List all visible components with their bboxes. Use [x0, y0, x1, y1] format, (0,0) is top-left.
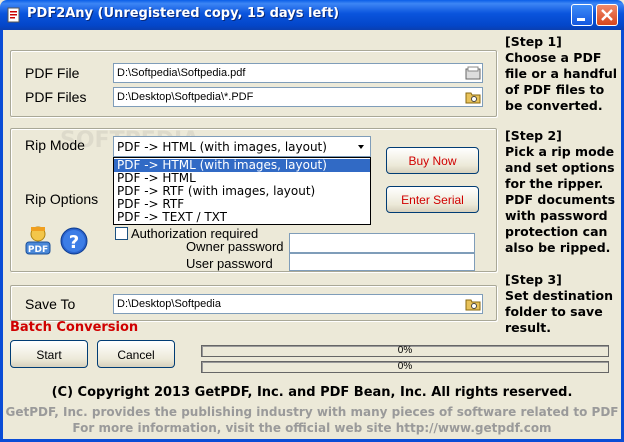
- user-password-label: User password: [186, 256, 273, 271]
- help-icon[interactable]: ?: [60, 227, 88, 255]
- pdf-file-label: PDF File: [25, 65, 80, 81]
- pdf-file-field[interactable]: D:\Softpedia\Softpedia.pdf: [113, 63, 483, 83]
- owner-password-field[interactable]: [289, 233, 475, 253]
- buy-now-button[interactable]: Buy Now: [386, 147, 479, 174]
- step2-line: [Step 2]: [505, 128, 562, 143]
- batch-conversion-label: Batch Conversion: [10, 320, 139, 335]
- step2-line: Pick a rip mode: [505, 144, 615, 159]
- progress-total-text: 0%: [397, 361, 413, 372]
- window-title: PDF2Any (Unregistered copy, 15 days left…: [27, 6, 340, 21]
- browse-folder-icon[interactable]: [465, 297, 481, 311]
- step2-line: with password: [505, 208, 608, 223]
- start-button[interactable]: Start: [10, 340, 88, 368]
- user-password-field[interactable]: [289, 253, 475, 271]
- step2-line: and set options: [505, 160, 615, 175]
- rip-mode-label: Rip Mode: [25, 137, 85, 153]
- authorization-checkbox[interactable]: [115, 227, 128, 240]
- progress-bar-current: 0%: [201, 345, 609, 357]
- step2-text: [Step 2] Pick a rip mode and set options…: [505, 128, 615, 256]
- browse-folder-icon[interactable]: [465, 90, 481, 104]
- browse-file-icon[interactable]: [465, 66, 481, 80]
- start-label: Start: [36, 348, 62, 362]
- chevron-down-icon[interactable]: [353, 138, 369, 155]
- step2-line: PDF documents: [505, 192, 616, 207]
- step1-text: [Step 1] Choose a PDF file or a handful …: [505, 34, 617, 114]
- rip-mode-select[interactable]: PDF -> HTML (with images, layout): [113, 136, 371, 157]
- pdf-person-icon: PDF: [25, 226, 51, 255]
- progress-bar-total: 0%: [201, 361, 609, 373]
- cancel-button[interactable]: Cancel: [97, 340, 175, 368]
- minimize-icon: [577, 18, 585, 21]
- pdf-files-label: PDF Files: [25, 89, 87, 105]
- step1-line: file or a handful: [505, 66, 618, 81]
- step3-line: [Step 3]: [505, 272, 562, 287]
- step2-line: also be ripped.: [505, 240, 611, 255]
- step3-line: Set destination: [505, 288, 614, 303]
- svg-text:?: ?: [69, 232, 79, 253]
- save-to-label: Save To: [25, 296, 76, 312]
- step1-line: of PDF files to: [505, 82, 605, 97]
- minimize-button[interactable]: [571, 4, 593, 26]
- step3-text: [Step 3] Set destination folder to save …: [505, 272, 613, 336]
- save-to-field[interactable]: D:\Desktop\Softpedia: [113, 294, 483, 314]
- step3-line: result.: [505, 320, 551, 335]
- step1-line: [Step 1]: [505, 34, 562, 49]
- app-icon: [7, 7, 20, 23]
- step2-line: for the ripper.: [505, 176, 604, 191]
- owner-password-label: Owner password: [186, 239, 284, 254]
- app-window: PDF2Any (Unregistered copy, 15 days left…: [0, 0, 624, 442]
- progress-current-text: 0%: [397, 345, 413, 356]
- rip-mode-dropdown-list: PDF -> HTML (with images, layout) PDF ->…: [113, 157, 371, 225]
- close-icon: [601, 9, 613, 21]
- pdf-files-field[interactable]: D:\Desktop\Softpedia\*.PDF: [113, 87, 483, 107]
- step3-line: folder to save: [505, 304, 603, 319]
- enter-serial-button[interactable]: Enter Serial: [386, 186, 479, 213]
- rip-mode-option[interactable]: PDF -> TEXT / TXT: [114, 211, 370, 224]
- svg-text:PDF: PDF: [28, 245, 48, 255]
- step1-line: Choose a PDF: [505, 50, 602, 65]
- buy-now-label: Buy Now: [408, 154, 457, 168]
- rip-mode-selected-value: PDF -> HTML (with images, layout): [117, 140, 327, 154]
- info-line-1: GetPDF, Inc. provides the publishing ind…: [5, 405, 619, 419]
- title-bar[interactable]: PDF2Any (Unregistered copy, 15 days left…: [0, 0, 624, 30]
- step2-line: protection can: [505, 224, 608, 239]
- step1-line: be converted.: [505, 98, 603, 113]
- cancel-label: Cancel: [117, 348, 155, 362]
- info-line-2: For more information, visit the official…: [72, 421, 552, 435]
- close-button[interactable]: [596, 4, 618, 26]
- enter-serial-label: Enter Serial: [401, 193, 464, 207]
- window-frame-left: [0, 30, 3, 442]
- copyright-text: (C) Copyright 2013 GetPDF, Inc. and PDF …: [51, 385, 573, 400]
- rip-options-label: Rip Options: [25, 191, 99, 207]
